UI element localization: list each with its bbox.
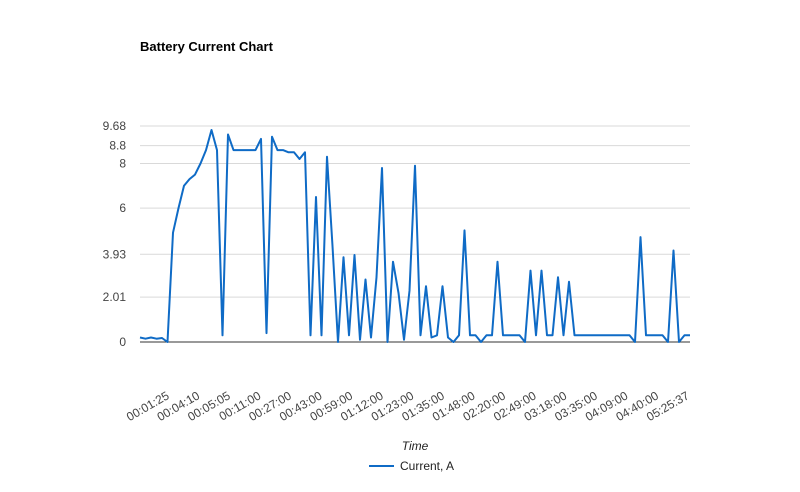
x-axis-ticks: 00:01:2500:04:1000:05:0500:11:0000:27:00… xyxy=(124,388,692,424)
y-tick-label: 0 xyxy=(119,335,126,349)
y-tick-label: 8.8 xyxy=(109,139,126,153)
y-axis-ticks: 0 2.01 3.93 6 8 8.8 9.68 xyxy=(103,119,127,349)
y-tick-label: 6 xyxy=(119,201,126,215)
y-tick-label: 8 xyxy=(119,156,126,170)
y-tick-label: 2.01 xyxy=(103,290,127,304)
y-tick-label: 9.68 xyxy=(103,119,127,133)
chart-canvas: 0 2.01 3.93 6 8 8.8 9.68 00:01:2500:04:1000:05… xyxy=(103,119,692,473)
y-tick-label: 3.93 xyxy=(103,247,127,261)
legend: Current, A xyxy=(369,459,454,473)
legend-label: Current, A xyxy=(400,459,454,473)
series-line-current xyxy=(139,129,690,343)
x-axis-title: Time xyxy=(402,439,429,453)
series-group xyxy=(139,129,690,343)
